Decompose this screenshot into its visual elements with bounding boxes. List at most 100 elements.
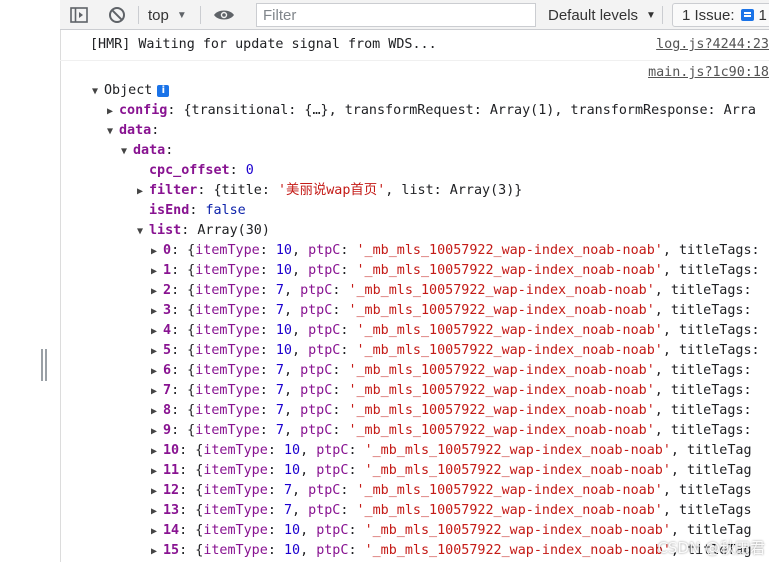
data-inner-row[interactable]: ▼ data: <box>121 141 173 161</box>
list-item[interactable]: ▶ 8: {itemType: 7, ptpC: '_mb_mls_1005792… <box>151 401 752 421</box>
collapsed-triangle-icon[interactable]: ▶ <box>151 422 163 442</box>
context-selector[interactable]: top ▼ <box>148 5 187 25</box>
item-tail: titleTag <box>687 443 752 458</box>
item-tail: titleTags: <box>678 243 760 258</box>
list-item[interactable]: ▶ 9: {itemType: 7, ptpC: '_mb_mls_1005792… <box>151 421 752 441</box>
list-item[interactable]: ▶ 13: {itemType: 7, ptpC: '_mb_mls_100579… <box>151 501 752 521</box>
expanded-triangle-icon[interactable]: ▼ <box>137 222 149 242</box>
collapsed-triangle-icon[interactable]: ▶ <box>151 542 163 562</box>
item-index: 10 <box>163 443 180 458</box>
list-item[interactable]: ▶ 4: {itemType: 10, ptpC: '_mb_mls_100579… <box>151 321 760 341</box>
clear-console-icon[interactable] <box>106 4 128 26</box>
data-outer-row[interactable]: ▼ data: <box>107 121 159 141</box>
ptpc-key: ptpC <box>300 363 333 378</box>
collapsed-triangle-icon[interactable]: ▶ <box>151 482 163 502</box>
item-tail: titleTags: <box>678 263 760 278</box>
item-type-value: 7 <box>283 483 292 498</box>
filter-row[interactable]: ▶ filter: {title: '美丽说wap首页', list: Array… <box>137 181 522 201</box>
list-item[interactable]: ▶ 10: {itemType: 10, ptpC: '_mb_mls_10057… <box>151 441 752 461</box>
item-index: 0 <box>163 243 172 258</box>
list-item[interactable]: ▶ 1: {itemType: 10, ptpC: '_mb_mls_100579… <box>151 261 760 281</box>
item-type-value: 7 <box>275 283 284 298</box>
item-type-key: itemType <box>203 443 268 458</box>
collapsed-triangle-icon[interactable]: ▶ <box>151 382 163 402</box>
filter-input[interactable] <box>257 4 535 26</box>
source-link-log[interactable]: log.js?4244:23 <box>656 37 769 52</box>
collapsed-triangle-icon[interactable]: ▶ <box>151 282 163 302</box>
list-item[interactable]: ▶ 6: {itemType: 7, ptpC: '_mb_mls_1005792… <box>151 361 752 381</box>
filter-title: '美丽说wap首页' <box>278 183 386 198</box>
list-item[interactable]: ▶ 2: {itemType: 7, ptpC: '_mb_mls_1005792… <box>151 281 752 301</box>
item-type-key: itemType <box>203 523 268 538</box>
item-index: 9 <box>163 423 172 438</box>
info-icon[interactable]: i <box>157 85 170 97</box>
item-type-value: 10 <box>283 443 301 458</box>
item-type-key: itemType <box>195 383 260 398</box>
collapsed-triangle-icon[interactable]: ▶ <box>137 182 149 202</box>
collapsed-triangle-icon[interactable]: ▶ <box>151 242 163 262</box>
filter-box[interactable] <box>256 3 536 27</box>
object-root-row[interactable]: ▼ Object i <box>92 81 170 102</box>
config-row[interactable]: ▶ config: {transitional: {…}, transformRe… <box>107 101 756 121</box>
collapsed-triangle-icon[interactable]: ▶ <box>151 302 163 322</box>
ptpc-value: '_mb_mls_10057922_wap-index_noab-noab' <box>356 243 663 258</box>
ptpc-key: ptpC <box>300 403 333 418</box>
ptpc-value: '_mb_mls_10057922_wap-index_noab-noab' <box>356 343 663 358</box>
item-type-key: itemType <box>195 363 260 378</box>
item-index: 12 <box>163 483 180 498</box>
item-tail: titleTags: <box>678 323 760 338</box>
ptpc-value: '_mb_mls_10057922_wap-index_noab-noab' <box>364 443 671 458</box>
collapsed-triangle-icon[interactable]: ▶ <box>151 442 163 462</box>
ptpc-key: ptpC <box>300 283 333 298</box>
hmr-message-text: [HMR] Waiting for update signal from WDS… <box>90 37 437 52</box>
ptpc-value: '_mb_mls_10057922_wap-index_noab-noab' <box>356 483 663 498</box>
collapsed-triangle-icon[interactable]: ▶ <box>151 462 163 482</box>
list-item[interactable]: ▶ 7: {itemType: 7, ptpC: '_mb_mls_1005792… <box>151 381 752 401</box>
ptpc-key: ptpC <box>316 543 349 558</box>
collapsed-triangle-icon[interactable]: ▶ <box>151 362 163 382</box>
item-tail: titleTags: <box>670 363 752 378</box>
expanded-triangle-icon[interactable]: ▼ <box>107 122 119 142</box>
item-tail: titleTags: <box>670 423 752 438</box>
resize-handle[interactable] <box>41 349 47 381</box>
list-item[interactable]: ▶ 5: {itemType: 10, ptpC: '_mb_mls_100579… <box>151 341 760 361</box>
sidebar-toggle-icon[interactable] <box>68 4 90 26</box>
log-levels-dropdown[interactable]: Default levels ▼ <box>548 5 656 25</box>
item-type-key: itemType <box>195 403 260 418</box>
ptpc-key: ptpC <box>300 423 333 438</box>
ptpc-value: '_mb_mls_10057922_wap-index_noab-noab' <box>356 263 663 278</box>
left-gutter <box>0 0 61 562</box>
list-item[interactable]: ▶ 3: {itemType: 7, ptpC: '_mb_mls_1005792… <box>151 301 752 321</box>
cpc-offset-row: cpc_offset: 0 <box>149 163 254 178</box>
issue-icon <box>740 9 754 21</box>
chevron-down-icon: ▼ <box>176 9 187 21</box>
source-link-main[interactable]: main.js?1c90:18 <box>648 65 769 80</box>
console-output: [HMR] Waiting for update signal from WDS… <box>60 30 769 562</box>
item-type-value: 10 <box>283 523 301 538</box>
log-levels-label: Default levels <box>548 6 639 24</box>
item-type-key: itemType <box>203 543 268 558</box>
issues-button[interactable]: 1 Issue: 1 <box>672 3 769 27</box>
issues-count: 1 <box>758 6 767 24</box>
collapsed-triangle-icon[interactable]: ▶ <box>107 102 119 122</box>
expanded-triangle-icon[interactable]: ▼ <box>121 142 133 162</box>
list-item[interactable]: ▶ 0: {itemType: 10, ptpC: '_mb_mls_100579… <box>151 241 760 261</box>
ptpc-value: '_mb_mls_10057922_wap-index_noab-noab' <box>348 423 655 438</box>
collapsed-triangle-icon[interactable]: ▶ <box>151 502 163 522</box>
item-index: 6 <box>163 363 172 378</box>
collapsed-triangle-icon[interactable]: ▶ <box>151 322 163 342</box>
item-type-value: 7 <box>275 383 284 398</box>
eye-icon[interactable] <box>212 4 236 26</box>
list-value: Array(30) <box>197 223 270 238</box>
expanded-triangle-icon[interactable]: ▼ <box>92 82 104 102</box>
item-index: 15 <box>163 543 180 558</box>
collapsed-triangle-icon[interactable]: ▶ <box>151 522 163 542</box>
list-item[interactable]: ▶ 11: {itemType: 10, ptpC: '_mb_mls_10057… <box>151 461 752 481</box>
list-row[interactable]: ▼ list: Array(30) <box>137 221 270 241</box>
object-label: Object <box>104 83 153 98</box>
config-key: config <box>119 103 168 118</box>
collapsed-triangle-icon[interactable]: ▶ <box>151 262 163 282</box>
collapsed-triangle-icon[interactable]: ▶ <box>151 402 163 422</box>
list-item[interactable]: ▶ 12: {itemType: 7, ptpC: '_mb_mls_100579… <box>151 481 752 501</box>
collapsed-triangle-icon[interactable]: ▶ <box>151 342 163 362</box>
